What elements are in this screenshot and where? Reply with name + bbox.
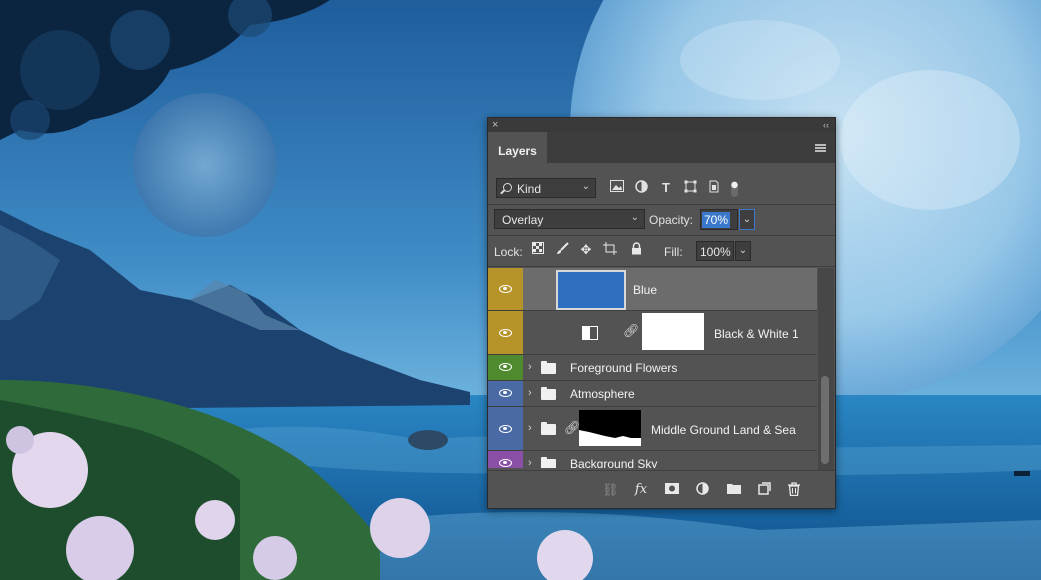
layer-color-label — [488, 268, 523, 310]
opacity-label: Opacity: — [649, 213, 694, 227]
filter-shape-icon[interactable] — [682, 180, 698, 196]
chain-link-icon[interactable]: 🔗︎ — [623, 323, 640, 339]
lock-row: Lock: ✥ Fill: 100% ⌄ — [488, 236, 835, 267]
layer-row-background-sky[interactable]: › Background Sky — [488, 451, 817, 468]
fill-dropdown-button[interactable]: ⌄ — [735, 241, 751, 261]
layer-name[interactable]: Atmosphere — [570, 387, 635, 401]
collapse-panel-button[interactable]: ‹‹ — [823, 118, 829, 132]
new-group-icon[interactable] — [726, 482, 742, 498]
lock-position-icon[interactable]: ✥ — [578, 242, 594, 258]
layer-color-label — [488, 407, 523, 450]
layer-row-atmosphere[interactable]: › Atmosphere — [488, 381, 817, 407]
blend-mode-value: Overlay — [502, 213, 544, 227]
chevron-down-icon: ⌄ — [630, 212, 639, 223]
filter-smart-object-icon[interactable] — [705, 180, 721, 196]
visibility-eye-icon[interactable] — [499, 425, 512, 433]
layer-list-scrollbar[interactable] — [818, 268, 834, 470]
visibility-eye-icon[interactable] — [499, 363, 512, 371]
layers-panel: × ‹‹ Layers Kind ⌄ T Overlay ⌄ Opacity: … — [487, 117, 836, 509]
layer-row-black-white[interactable]: 🔗︎ Black & White 1 — [488, 311, 817, 355]
visibility-eye-icon[interactable] — [499, 329, 512, 337]
visibility-eye-icon[interactable] — [499, 459, 512, 467]
folder-icon — [541, 422, 556, 435]
opacity-dropdown-button[interactable]: ⌄ — [739, 209, 755, 230]
layers-bottom-toolbar: ⛓ fx — [488, 470, 835, 508]
folder-icon — [541, 457, 556, 468]
filter-type-icon[interactable]: T — [658, 180, 674, 196]
layer-color-label — [488, 311, 523, 354]
fill-label: Fill: — [664, 245, 683, 259]
layer-row-blue[interactable]: Blue — [488, 268, 817, 311]
layer-name[interactable]: Foreground Flowers — [570, 361, 677, 375]
filter-kind-dropdown[interactable]: Kind ⌄ — [496, 178, 596, 198]
layer-name[interactable]: Black & White 1 — [714, 327, 799, 341]
search-icon — [503, 183, 512, 192]
lock-artboard-icon[interactable] — [602, 242, 618, 258]
visibility-eye-icon[interactable] — [499, 285, 512, 293]
folder-icon — [541, 361, 556, 374]
filter-adjustment-icon[interactable] — [633, 180, 649, 196]
lock-image-icon[interactable] — [554, 242, 570, 258]
link-layers-icon[interactable]: ⛓ — [602, 482, 619, 498]
layer-color-label — [488, 381, 523, 406]
fill-input[interactable]: 100% — [696, 241, 734, 261]
close-panel-button[interactable]: × — [492, 118, 498, 132]
layer-list: Blue 🔗︎ Black & White 1 › Foreground Flo… — [488, 268, 817, 468]
layer-row-foreground-flowers[interactable]: › Foreground Flowers — [488, 355, 817, 381]
fx-icon[interactable]: fx — [633, 482, 649, 498]
layer-color-label — [488, 451, 523, 468]
scrollbar-thumb[interactable] — [821, 376, 829, 464]
layer-row-middle-ground[interactable]: › 🔗︎ Middle Ground Land & Sea — [488, 407, 817, 451]
delete-icon[interactable] — [786, 482, 802, 498]
folder-icon — [541, 387, 556, 400]
lock-transparent-icon[interactable] — [530, 242, 546, 258]
opacity-value: 70% — [702, 212, 731, 228]
adjustment-layer-icon[interactable] — [694, 482, 710, 498]
chevron-down-icon: ⌄ — [581, 181, 590, 192]
blend-mode-dropdown[interactable]: Overlay ⌄ — [494, 209, 645, 229]
adjustment-bw-icon — [582, 326, 598, 340]
layer-name[interactable]: Blue — [633, 283, 657, 297]
panel-titlebar: × ‹‹ — [488, 118, 835, 132]
expand-chevron-icon[interactable]: › — [528, 422, 532, 434]
lock-all-icon[interactable] — [628, 242, 644, 258]
layer-mask-thumbnail — [642, 313, 704, 350]
visibility-eye-icon[interactable] — [499, 389, 512, 397]
expand-chevron-icon[interactable]: › — [528, 457, 532, 468]
filter-pixel-icon[interactable] — [609, 180, 625, 196]
layer-filter-row: Kind ⌄ T — [488, 173, 835, 205]
group-mask-thumbnail — [579, 410, 641, 446]
new-layer-icon[interactable] — [756, 482, 772, 498]
layer-name[interactable]: Background Sky — [570, 457, 657, 468]
filter-toggle-icon[interactable] — [726, 180, 742, 197]
tab-layers[interactable]: Layers — [488, 132, 547, 163]
expand-chevron-icon[interactable]: › — [528, 387, 532, 399]
layer-color-label — [488, 355, 523, 380]
filter-kind-label: Kind — [517, 182, 542, 196]
opacity-input[interactable]: 70% — [700, 209, 738, 230]
layer-name[interactable]: Middle Ground Land & Sea — [651, 423, 796, 437]
layer-thumbnail — [556, 270, 626, 310]
expand-chevron-icon[interactable]: › — [528, 361, 532, 373]
blend-row: Overlay ⌄ Opacity: 70% ⌄ — [488, 205, 835, 236]
panel-tabbar: Layers — [488, 132, 835, 163]
add-mask-icon[interactable] — [664, 482, 680, 498]
lock-label: Lock: — [494, 245, 523, 259]
panel-menu-icon[interactable] — [815, 144, 826, 152]
